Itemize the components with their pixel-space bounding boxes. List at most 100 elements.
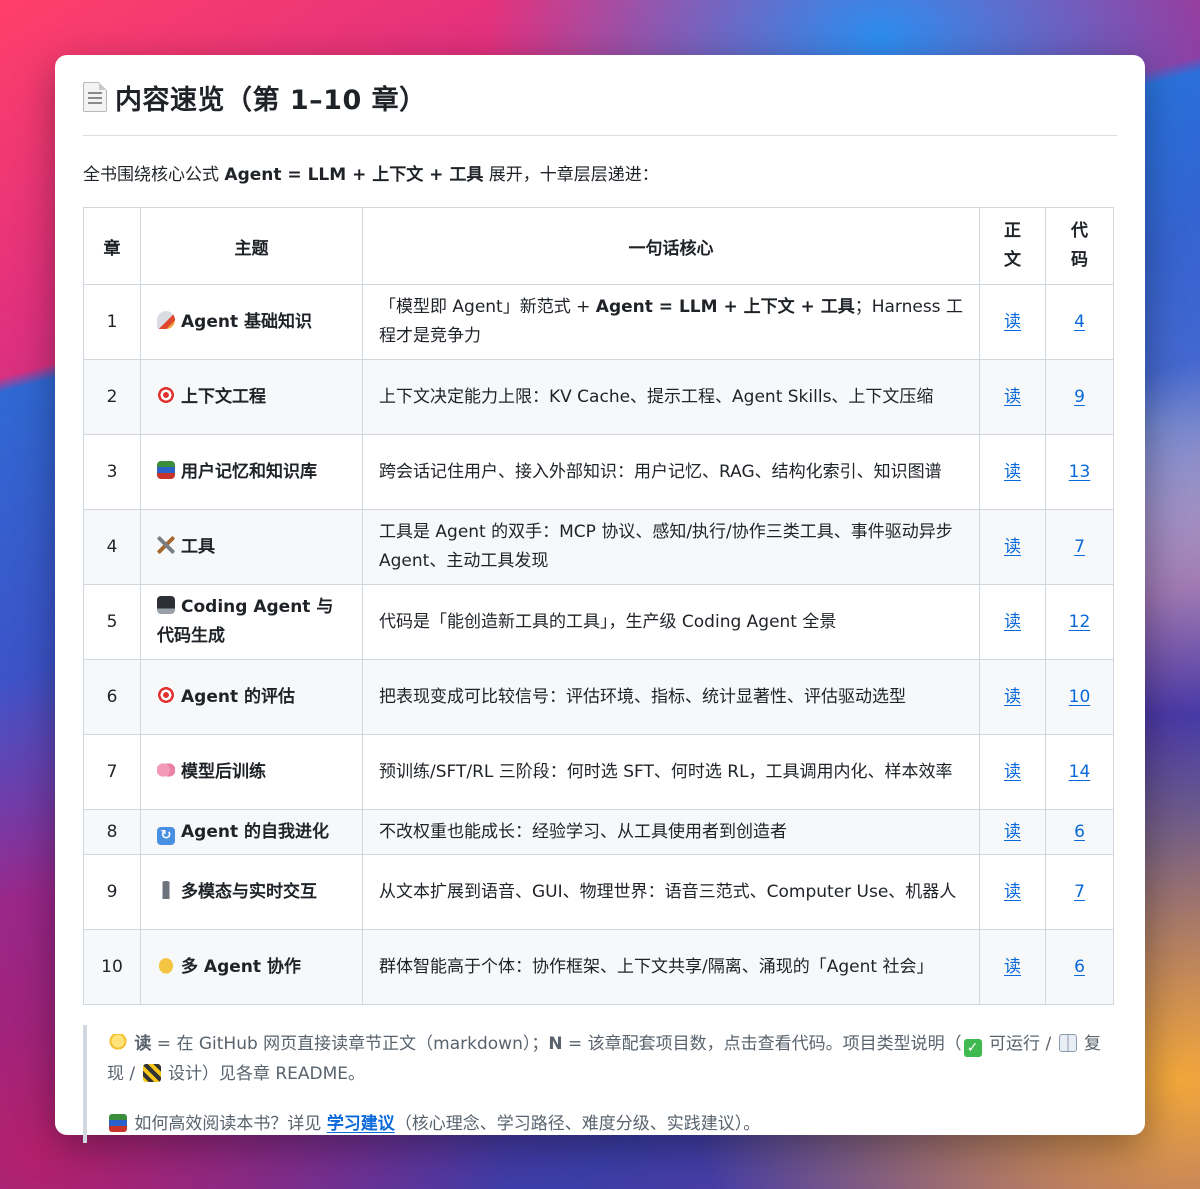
read-link[interactable]: 读 (1004, 537, 1021, 557)
legend-n-desc: = 该章配套项目数，点击查看代码。项目类型说明（ (562, 1034, 962, 1054)
chapter-topic: 模型后训练 (140, 734, 363, 810)
core-text: 不改权重也能成长：经验学习、从工具使用者到创造者 (379, 821, 787, 842)
header-topic: 主题 (140, 207, 363, 285)
code-cell: 12 (1045, 584, 1114, 660)
document-icon (83, 82, 107, 112)
read-link[interactable]: 读 (1004, 822, 1021, 842)
page-title-row: 内容速览（第 1–10 章） (83, 77, 1117, 117)
core-formula: Agent = LLM + 上下文 + 工具 (595, 297, 855, 317)
read-link[interactable]: 读 (1004, 687, 1021, 707)
chapter-topic: ↻ Agent 的自我进化 (140, 809, 363, 855)
code-cell: 10 (1045, 659, 1114, 735)
study-advice-prefix: 如何高效阅读本书？详见 (129, 1114, 327, 1134)
chapter-core: 跨会话记住用户、接入外部知识：用户记忆、RAG、结构化索引、知识图谱 (362, 434, 980, 510)
intro-prefix: 全书围绕核心公式 (83, 165, 225, 185)
chapter-topic-label: 模型后训练 (181, 761, 266, 782)
chapter-number: 3 (83, 434, 141, 510)
code-count-link[interactable]: 10 (1069, 687, 1091, 707)
code-cell: 14 (1045, 734, 1114, 810)
chapter-number: 8 (83, 809, 141, 855)
chapter-number: 5 (83, 584, 141, 660)
laptop-icon (157, 596, 175, 614)
table-row: 8 ↻ Agent 的自我进化 不改权重也能成长：经验学习、从工具使用者到创造者 读 6 (83, 809, 1114, 855)
code-count-link[interactable]: 13 (1069, 462, 1091, 482)
microphone-icon (157, 880, 175, 899)
code-count-link[interactable]: 12 (1069, 612, 1091, 632)
chapter-number: 9 (83, 854, 141, 930)
code-count-link[interactable]: 7 (1074, 537, 1085, 557)
handshake-icon (157, 955, 175, 974)
legend-read-key: 读 (134, 1034, 152, 1054)
core-text: 群体智能高于个体：协作框架、上下文共享/隔离、涌现的「Agent 社会」 (379, 956, 934, 977)
core-text: 「模型即 Agent」新范式 + (379, 297, 596, 317)
lightbulb-icon (109, 1034, 127, 1052)
read-link[interactable]: 读 (1004, 957, 1021, 977)
chapter-topic: 多 Agent 协作 (140, 929, 363, 1005)
core-text: 跨会话记住用户、接入外部知识：用户记忆、RAG、结构化索引、知识图谱 (379, 461, 942, 482)
legend-read-desc: = 在 GitHub 网页直接读章节正文（markdown）； (151, 1034, 549, 1054)
table-row: 2 上下文工程 上下文决定能力上限：KV Cache、提示工程、Agent Skil… (83, 359, 1114, 435)
books-icon (109, 1114, 127, 1132)
code-count-link[interactable]: 4 (1074, 312, 1085, 332)
read-cell: 读 (979, 734, 1046, 810)
table-row: 1 Agent 基础知识 「模型即 Agent」新范式 + Agent = LLM … (83, 284, 1114, 360)
table-row: 10 多 Agent 协作 群体智能高于个体：协作框架、上下文共享/隔离、涌现的「A… (83, 929, 1114, 1005)
code-count-link[interactable]: 9 (1074, 387, 1085, 407)
refresh-icon: ↻ (157, 826, 175, 845)
chapter-core: 从文本扩展到语音、GUI、物理世界：语音三范式、Computer Use、机器人 (362, 854, 980, 930)
legend-note: 读 = 在 GitHub 网页直接读章节正文（markdown）；N = 该章配… (83, 1025, 1117, 1143)
title-divider (83, 135, 1117, 136)
read-cell: 读 (979, 509, 1046, 585)
chapter-core: 上下文决定能力上限：KV Cache、提示工程、Agent Skills、上下文… (362, 359, 980, 435)
content-overview-card: 内容速览（第 1–10 章） 全书围绕核心公式 Agent = LLM + 上下… (55, 55, 1145, 1143)
code-count-link[interactable]: 6 (1074, 957, 1085, 977)
read-link[interactable]: 读 (1004, 882, 1021, 902)
legend-n-key: N (548, 1034, 563, 1054)
tools-icon (157, 535, 175, 554)
chapter-topic: Coding Agent 与代码生成 (140, 584, 363, 660)
legend-line-2: 如何高效阅读本书？详见 学习建议（核心理念、学习路径、难度分级、实践建议）。 (107, 1109, 1117, 1139)
code-count-link[interactable]: 7 (1074, 882, 1085, 902)
chapter-topic: Agent 基础知识 (140, 284, 363, 360)
read-link[interactable]: 读 (1004, 387, 1021, 407)
chapter-table: 章 主题 一句话核心 正文 代码 1 Agent 基础知识 「模型即 Agent」新… (83, 207, 1114, 1005)
code-cell: 7 (1045, 509, 1114, 585)
core-text: 工具是 Agent 的双手：MCP 协议、感知/执行/协作三类工具、事件驱动异步… (379, 522, 953, 571)
code-cell: 6 (1045, 929, 1114, 1005)
code-count-link[interactable]: 14 (1069, 762, 1091, 782)
core-text: 上下文决定能力上限：KV Cache、提示工程、Agent Skills、上下文… (379, 386, 934, 407)
code-count-link[interactable]: 6 (1074, 822, 1085, 842)
read-link[interactable]: 读 (1004, 312, 1021, 332)
code-cell: 13 (1045, 434, 1114, 510)
code-cell: 9 (1045, 359, 1114, 435)
chapter-topic: Agent 的评估 (140, 659, 363, 735)
read-link[interactable]: 读 (1004, 462, 1021, 482)
target-icon (157, 385, 175, 404)
core-text: 预训练/SFT/RL 三阶段：何时选 SFT、何时选 RL，工具调用内化、样本效… (379, 761, 953, 782)
study-advice-link[interactable]: 学习建议 (327, 1114, 395, 1134)
table-row: 6 Agent 的评估 把表现变成可比较信号：评估环境、指标、统计显著性、评估驱动选… (83, 659, 1114, 735)
table-row: 7 模型后训练 预训练/SFT/RL 三阶段：何时选 SFT、何时选 RL，工具调用… (83, 734, 1114, 810)
read-cell: 读 (979, 809, 1046, 855)
header-text: 正文 (979, 207, 1046, 285)
chapter-number: 4 (83, 509, 141, 585)
chapter-core: 把表现变成可比较信号：评估环境、指标、统计显著性、评估驱动选型 (362, 659, 980, 735)
read-cell: 读 (979, 929, 1046, 1005)
chapter-core: 不改权重也能成长：经验学习、从工具使用者到创造者 (362, 809, 980, 855)
chapter-number: 7 (83, 734, 141, 810)
read-link[interactable]: 读 (1004, 762, 1021, 782)
construction-icon (142, 1064, 161, 1082)
core-text: 从文本扩展到语音、GUI、物理世界：语音三范式、Computer Use、机器人 (379, 881, 957, 902)
intro-suffix: 展开，十章层层递进： (483, 165, 659, 185)
core-text: 把表现变成可比较信号：评估环境、指标、统计显著性、评估驱动选型 (379, 686, 906, 707)
chapter-core: 预训练/SFT/RL 三阶段：何时选 SFT、何时选 RL，工具调用内化、样本效… (362, 734, 980, 810)
read-cell: 读 (979, 434, 1046, 510)
rocket-icon (157, 310, 175, 329)
chapter-core: 工具是 Agent 的双手：MCP 协议、感知/执行/协作三类工具、事件驱动异步… (362, 509, 980, 585)
chapter-core: 代码是「能创造新工具的工具」，生产级 Coding Agent 全景 (362, 584, 980, 660)
chapter-topic-label: Agent 基础知识 (181, 311, 313, 332)
chapter-number: 10 (83, 929, 141, 1005)
chapter-topic-label: 上下文工程 (181, 386, 266, 407)
read-link[interactable]: 读 (1004, 612, 1021, 632)
target-icon (157, 685, 175, 704)
